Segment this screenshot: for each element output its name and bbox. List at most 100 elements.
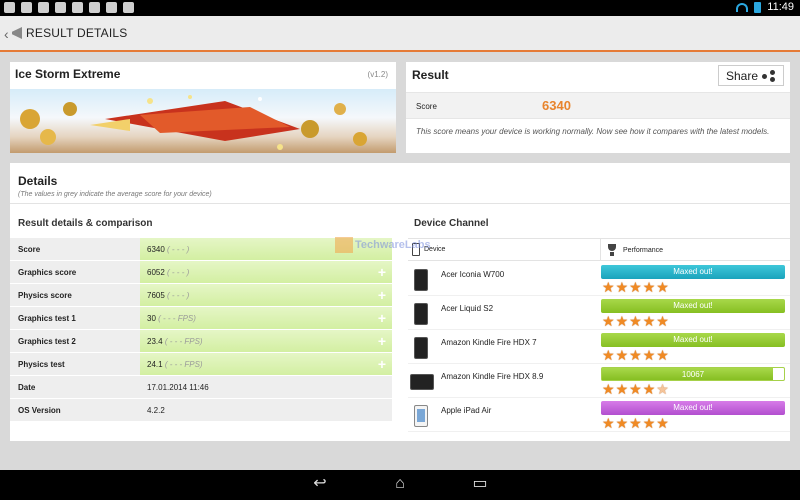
table-row[interactable]: Physics score 7605 ( - - - ) + (10, 284, 392, 307)
result-title: Result (412, 68, 449, 82)
table-row[interactable]: Graphics test 1 30 ( - - - FPS) + (10, 307, 392, 330)
performance-bar: Maxed out! (601, 333, 785, 347)
half-star-icon: ★ (656, 381, 669, 397)
row-label: Graphics score (18, 268, 77, 277)
details-title: Details (18, 174, 58, 188)
result-details-table: Score 6340 ( - - - ) Graphics score 6052… (10, 238, 392, 422)
wifi-icon (736, 2, 749, 12)
gmail-icon (21, 2, 32, 13)
image-icon (89, 2, 100, 13)
table-row[interactable]: Graphics test 2 23.4 ( - - - FPS) + (10, 330, 392, 353)
home-icon[interactable]: ⌂ (389, 476, 411, 492)
battery-icon (754, 1, 762, 13)
device-channel-heading: Device Channel (414, 218, 489, 229)
row-value: 6340 (147, 245, 165, 254)
row-value: 7605 (147, 291, 165, 300)
device-name: Acer Liquid S2 (441, 304, 494, 313)
star-icon: ★ (629, 313, 642, 329)
spaceship-illustration (20, 95, 367, 150)
star-icon: ★ (642, 279, 656, 295)
performance-bar: Maxed out! (601, 265, 785, 279)
star-icon: ★ (602, 313, 615, 329)
device-table-header: Device Performance (408, 238, 790, 261)
device-name: Apple iPad Air (441, 406, 492, 415)
star-icon: ★ (642, 347, 656, 363)
star-icon: ★ (615, 279, 629, 295)
test-name: Ice Storm Extreme (15, 67, 121, 81)
row-label: OS Version (18, 406, 61, 415)
page-title: RESULT DETAILS (26, 26, 128, 40)
recents-icon[interactable]: ▭ (469, 476, 491, 492)
device-image (414, 303, 428, 325)
row-label: Graphics test 1 (18, 314, 76, 323)
star-icon: ★ (642, 381, 656, 397)
image-icon (123, 2, 134, 13)
divider (10, 203, 790, 204)
row-label: Date (18, 383, 36, 392)
row-average: ( - - - FPS) (164, 360, 203, 369)
notification-icon (4, 2, 15, 13)
back-icon[interactable]: ↩ (309, 476, 331, 492)
expand-icon[interactable]: + (378, 333, 386, 349)
expand-icon[interactable]: + (378, 356, 386, 372)
device-name: Acer Iconia W700 (441, 270, 505, 279)
row-label: Physics test (18, 360, 65, 369)
row-value: 6052 (147, 268, 165, 277)
details-note: (The values in grey indicate the average… (18, 191, 212, 198)
star-icon: ★ (602, 347, 615, 363)
app-icon[interactable] (12, 27, 22, 39)
watermark-logo-icon (335, 237, 353, 253)
row-average: ( - - - ) (167, 268, 190, 277)
row-label: Score (18, 245, 41, 254)
image-icon (55, 2, 66, 13)
star-rating: ★ ★ ★ ★ ★ (602, 347, 669, 363)
device-row[interactable]: Amazon Kindle Fire HDX 8.9 10067 ★ ★ ★ ★ ★ (408, 364, 790, 398)
clock: 11:49 (767, 1, 794, 13)
notification-icons (4, 2, 134, 13)
device-list: Acer Iconia W700 Maxed out! ★ ★ ★ ★ ★ Acer L… (408, 262, 790, 432)
expand-icon[interactable]: + (378, 264, 386, 280)
star-icon: ★ (656, 347, 669, 363)
watermark: TechwareLabs (335, 237, 431, 253)
score-row: Score 6340 (406, 92, 790, 119)
row-value: 17.01.2014 11:46 (147, 383, 209, 392)
result-card: Result Share Score 6340 This score means… (406, 62, 790, 153)
action-bar: ‹ RESULT DETAILS (0, 16, 800, 52)
row-average: ( - - - FPS) (158, 314, 196, 323)
table-row[interactable]: Graphics score 6052 ( - - - ) + (10, 261, 392, 284)
expand-icon[interactable]: + (378, 287, 386, 303)
device-image (410, 374, 434, 390)
up-navigation-icon[interactable]: ‹ (4, 26, 9, 42)
share-label: Share (725, 68, 759, 83)
star-rating: ★ ★ ★ ★ ★ (602, 415, 669, 431)
device-row[interactable]: Acer Liquid S2 Maxed out! ★ ★ ★ ★ ★ (408, 296, 790, 330)
star-rating: ★ ★ ★ ★ ★ (602, 381, 669, 397)
row-value: 23.4 (147, 337, 163, 346)
table-row[interactable]: Physics test 24.1 ( - - - FPS) + (10, 353, 392, 376)
star-icon: ★ (602, 381, 615, 397)
row-label: Graphics test 2 (18, 337, 76, 346)
score-value: 6340 (542, 98, 571, 113)
performance-value: 10067 (681, 370, 705, 379)
performance-bar: Maxed out! (601, 401, 785, 415)
star-icon: ★ (656, 415, 669, 431)
star-icon: ★ (629, 381, 642, 397)
star-icon: ★ (656, 313, 669, 329)
star-icon: ★ (615, 313, 629, 329)
device-row[interactable]: Amazon Kindle Fire HDX 7 Maxed out! ★ ★ ★ ★… (408, 330, 790, 364)
device-row[interactable]: Apple iPad Air Maxed out! ★ ★ ★ ★ ★ (408, 398, 790, 432)
table-row: OS Version 4.2.2 (10, 399, 392, 422)
star-icon: ★ (629, 415, 642, 431)
star-icon: ★ (615, 381, 629, 397)
trophy-icon (607, 244, 617, 256)
device-image (414, 269, 428, 291)
star-rating: ★ ★ ★ ★ ★ (602, 313, 669, 329)
device-name: Amazon Kindle Fire HDX 8.9 (441, 372, 544, 381)
row-label: Physics score (18, 291, 72, 300)
device-row[interactable]: Acer Iconia W700 Maxed out! ★ ★ ★ ★ ★ (408, 262, 790, 296)
share-button[interactable]: Share (718, 65, 784, 86)
row-value: 30 (147, 314, 156, 323)
expand-icon[interactable]: + (378, 310, 386, 326)
star-icon: ★ (656, 279, 669, 295)
test-banner-image (10, 89, 396, 153)
